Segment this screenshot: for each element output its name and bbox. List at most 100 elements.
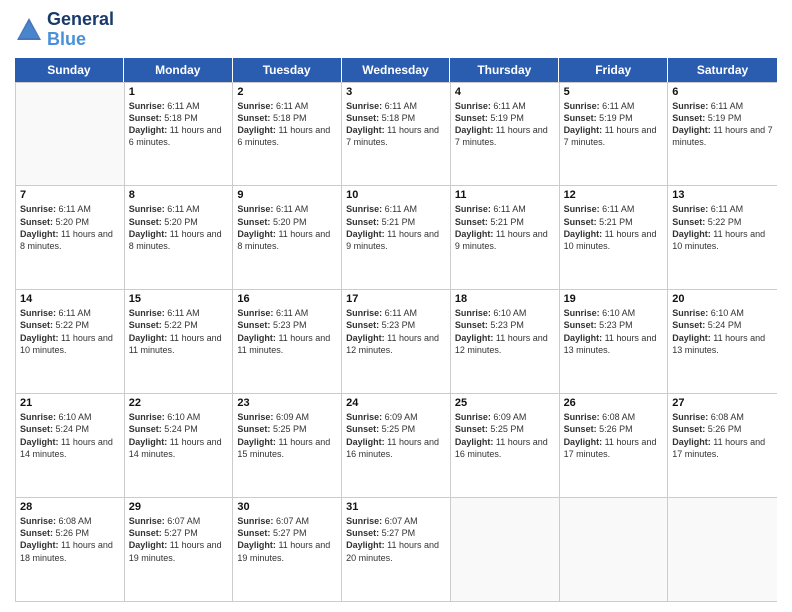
day-number: 26: [564, 397, 664, 409]
day-cell-13: 13 Sunrise: 6:11 AM Sunset: 5:22 PM Dayl…: [668, 186, 777, 289]
day-cell-1: 1 Sunrise: 6:11 AM Sunset: 5:18 PM Dayli…: [125, 83, 234, 186]
day-info: Sunrise: 6:10 AM Sunset: 5:24 PM Dayligh…: [672, 307, 773, 356]
day-number: 13: [672, 189, 773, 201]
header: General Blue: [15, 10, 777, 50]
empty-cell: [16, 83, 125, 186]
day-info: Sunrise: 6:11 AM Sunset: 5:19 PM Dayligh…: [564, 100, 664, 149]
day-number: 8: [129, 189, 229, 201]
week-4: 21 Sunrise: 6:10 AM Sunset: 5:24 PM Dayl…: [16, 393, 777, 497]
day-cell-22: 22 Sunrise: 6:10 AM Sunset: 5:24 PM Dayl…: [125, 394, 234, 497]
day-cell-4: 4 Sunrise: 6:11 AM Sunset: 5:19 PM Dayli…: [451, 83, 560, 186]
day-cell-12: 12 Sunrise: 6:11 AM Sunset: 5:21 PM Dayl…: [560, 186, 669, 289]
day-cell-3: 3 Sunrise: 6:11 AM Sunset: 5:18 PM Dayli…: [342, 83, 451, 186]
week-3: 14 Sunrise: 6:11 AM Sunset: 5:22 PM Dayl…: [16, 289, 777, 393]
day-info: Sunrise: 6:09 AM Sunset: 5:25 PM Dayligh…: [346, 411, 446, 460]
logo: General Blue: [15, 10, 114, 50]
day-cell-19: 19 Sunrise: 6:10 AM Sunset: 5:23 PM Dayl…: [560, 290, 669, 393]
day-info: Sunrise: 6:11 AM Sunset: 5:22 PM Dayligh…: [672, 203, 773, 252]
day-cell-15: 15 Sunrise: 6:11 AM Sunset: 5:22 PM Dayl…: [125, 290, 234, 393]
day-number: 5: [564, 86, 664, 98]
day-cell-7: 7 Sunrise: 6:11 AM Sunset: 5:20 PM Dayli…: [16, 186, 125, 289]
day-cell-5: 5 Sunrise: 6:11 AM Sunset: 5:19 PM Dayli…: [560, 83, 669, 186]
day-cell-16: 16 Sunrise: 6:11 AM Sunset: 5:23 PM Dayl…: [233, 290, 342, 393]
day-number: 29: [129, 501, 229, 513]
day-info: Sunrise: 6:10 AM Sunset: 5:24 PM Dayligh…: [129, 411, 229, 460]
calendar-header: SundayMondayTuesdayWednesdayThursdayFrid…: [15, 58, 777, 82]
day-number: 24: [346, 397, 446, 409]
day-number: 2: [237, 86, 337, 98]
day-number: 20: [672, 293, 773, 305]
day-info: Sunrise: 6:10 AM Sunset: 5:23 PM Dayligh…: [455, 307, 555, 356]
day-number: 1: [129, 86, 229, 98]
day-info: Sunrise: 6:11 AM Sunset: 5:19 PM Dayligh…: [672, 100, 773, 149]
day-info: Sunrise: 6:11 AM Sunset: 5:23 PM Dayligh…: [346, 307, 446, 356]
day-number: 4: [455, 86, 555, 98]
day-cell-25: 25 Sunrise: 6:09 AM Sunset: 5:25 PM Dayl…: [451, 394, 560, 497]
day-info: Sunrise: 6:11 AM Sunset: 5:18 PM Dayligh…: [129, 100, 229, 149]
day-cell-20: 20 Sunrise: 6:10 AM Sunset: 5:24 PM Dayl…: [668, 290, 777, 393]
day-info: Sunrise: 6:11 AM Sunset: 5:22 PM Dayligh…: [20, 307, 120, 356]
day-number: 11: [455, 189, 555, 201]
day-info: Sunrise: 6:11 AM Sunset: 5:18 PM Dayligh…: [237, 100, 337, 149]
day-number: 9: [237, 189, 337, 201]
day-cell-29: 29 Sunrise: 6:07 AM Sunset: 5:27 PM Dayl…: [125, 498, 234, 601]
day-number: 14: [20, 293, 120, 305]
day-cell-17: 17 Sunrise: 6:11 AM Sunset: 5:23 PM Dayl…: [342, 290, 451, 393]
day-cell-18: 18 Sunrise: 6:10 AM Sunset: 5:23 PM Dayl…: [451, 290, 560, 393]
day-info: Sunrise: 6:11 AM Sunset: 5:18 PM Dayligh…: [346, 100, 446, 149]
day-cell-21: 21 Sunrise: 6:10 AM Sunset: 5:24 PM Dayl…: [16, 394, 125, 497]
day-number: 6: [672, 86, 773, 98]
day-info: Sunrise: 6:11 AM Sunset: 5:22 PM Dayligh…: [129, 307, 229, 356]
day-info: Sunrise: 6:10 AM Sunset: 5:24 PM Dayligh…: [20, 411, 120, 460]
day-cell-24: 24 Sunrise: 6:09 AM Sunset: 5:25 PM Dayl…: [342, 394, 451, 497]
week-1: 1 Sunrise: 6:11 AM Sunset: 5:18 PM Dayli…: [16, 82, 777, 186]
day-info: Sunrise: 6:07 AM Sunset: 5:27 PM Dayligh…: [237, 515, 337, 564]
day-number: 17: [346, 293, 446, 305]
day-cell-11: 11 Sunrise: 6:11 AM Sunset: 5:21 PM Dayl…: [451, 186, 560, 289]
empty-cell: [668, 498, 777, 601]
day-of-week-wednesday: Wednesday: [342, 58, 451, 82]
day-cell-26: 26 Sunrise: 6:08 AM Sunset: 5:26 PM Dayl…: [560, 394, 669, 497]
calendar-body: 1 Sunrise: 6:11 AM Sunset: 5:18 PM Dayli…: [15, 82, 777, 602]
day-info: Sunrise: 6:11 AM Sunset: 5:20 PM Dayligh…: [129, 203, 229, 252]
day-info: Sunrise: 6:11 AM Sunset: 5:20 PM Dayligh…: [20, 203, 120, 252]
day-info: Sunrise: 6:08 AM Sunset: 5:26 PM Dayligh…: [564, 411, 664, 460]
day-info: Sunrise: 6:11 AM Sunset: 5:23 PM Dayligh…: [237, 307, 337, 356]
empty-cell: [451, 498, 560, 601]
day-info: Sunrise: 6:11 AM Sunset: 5:20 PM Dayligh…: [237, 203, 337, 252]
day-of-week-sunday: Sunday: [15, 58, 124, 82]
day-cell-6: 6 Sunrise: 6:11 AM Sunset: 5:19 PM Dayli…: [668, 83, 777, 186]
week-5: 28 Sunrise: 6:08 AM Sunset: 5:26 PM Dayl…: [16, 497, 777, 601]
day-info: Sunrise: 6:09 AM Sunset: 5:25 PM Dayligh…: [237, 411, 337, 460]
day-cell-8: 8 Sunrise: 6:11 AM Sunset: 5:20 PM Dayli…: [125, 186, 234, 289]
day-cell-27: 27 Sunrise: 6:08 AM Sunset: 5:26 PM Dayl…: [668, 394, 777, 497]
day-of-week-friday: Friday: [559, 58, 668, 82]
day-number: 16: [237, 293, 337, 305]
logo-text: General Blue: [47, 10, 114, 50]
day-cell-10: 10 Sunrise: 6:11 AM Sunset: 5:21 PM Dayl…: [342, 186, 451, 289]
day-number: 31: [346, 501, 446, 513]
day-of-week-tuesday: Tuesday: [233, 58, 342, 82]
day-info: Sunrise: 6:09 AM Sunset: 5:25 PM Dayligh…: [455, 411, 555, 460]
day-number: 18: [455, 293, 555, 305]
day-number: 7: [20, 189, 120, 201]
day-info: Sunrise: 6:10 AM Sunset: 5:23 PM Dayligh…: [564, 307, 664, 356]
day-info: Sunrise: 6:08 AM Sunset: 5:26 PM Dayligh…: [20, 515, 120, 564]
page: General Blue SundayMondayTuesdayWednesda…: [0, 0, 792, 612]
day-number: 10: [346, 189, 446, 201]
day-number: 19: [564, 293, 664, 305]
day-number: 27: [672, 397, 773, 409]
day-cell-28: 28 Sunrise: 6:08 AM Sunset: 5:26 PM Dayl…: [16, 498, 125, 601]
day-cell-2: 2 Sunrise: 6:11 AM Sunset: 5:18 PM Dayli…: [233, 83, 342, 186]
day-cell-14: 14 Sunrise: 6:11 AM Sunset: 5:22 PM Dayl…: [16, 290, 125, 393]
day-of-week-saturday: Saturday: [668, 58, 777, 82]
day-info: Sunrise: 6:07 AM Sunset: 5:27 PM Dayligh…: [129, 515, 229, 564]
day-cell-30: 30 Sunrise: 6:07 AM Sunset: 5:27 PM Dayl…: [233, 498, 342, 601]
day-number: 15: [129, 293, 229, 305]
calendar: SundayMondayTuesdayWednesdayThursdayFrid…: [15, 58, 777, 602]
day-number: 22: [129, 397, 229, 409]
day-of-week-monday: Monday: [124, 58, 233, 82]
day-cell-31: 31 Sunrise: 6:07 AM Sunset: 5:27 PM Dayl…: [342, 498, 451, 601]
day-cell-23: 23 Sunrise: 6:09 AM Sunset: 5:25 PM Dayl…: [233, 394, 342, 497]
day-number: 12: [564, 189, 664, 201]
